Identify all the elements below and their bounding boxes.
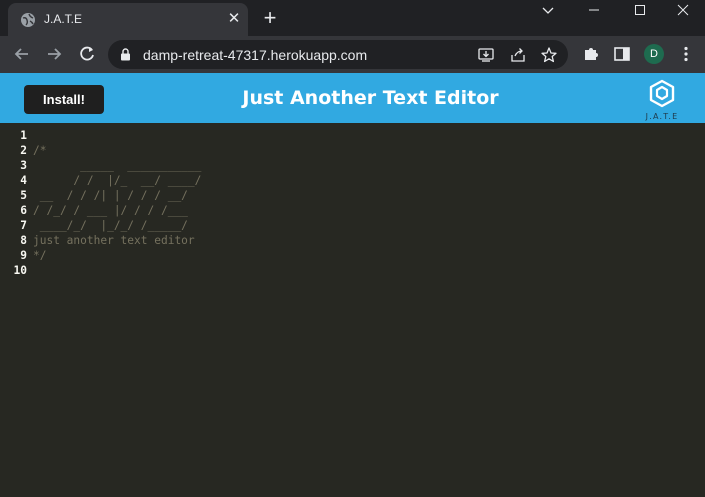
browser-tab[interactable]: J.A.T.E ✕ [8, 3, 248, 36]
back-arrow-icon[interactable] [12, 44, 32, 64]
code-line[interactable] [33, 128, 201, 143]
more-menu-icon[interactable] [676, 44, 696, 64]
code-line[interactable]: / / |/_ __/ ____/ [33, 173, 201, 188]
line-number: 3 [20, 159, 27, 172]
tab-search-button[interactable] [524, 0, 570, 32]
tab-title: J.A.T.E [44, 12, 83, 26]
profile-avatar[interactable]: D [644, 44, 664, 64]
code-editor[interactable]: 1 2 3 4 5 6 7 8 9 10 /* _____ __________… [0, 123, 705, 497]
chevron-down-icon [542, 7, 554, 14]
extensions-puzzle-icon[interactable] [581, 44, 601, 64]
minimize-icon [589, 9, 599, 11]
address-bar[interactable]: damp-retreat-47317.herokuapp.com [108, 40, 568, 69]
code-line[interactable]: /* [33, 143, 201, 158]
maximize-icon [635, 5, 645, 15]
code-line[interactable]: just another text editor [33, 233, 201, 248]
url-text: damp-retreat-47317.herokuapp.com [143, 47, 368, 63]
line-number-gutter: 1 2 3 4 5 6 7 8 9 10 [0, 128, 28, 278]
bookmark-star-icon[interactable] [540, 46, 558, 64]
line-number: 1 [20, 129, 27, 142]
code-line[interactable]: ____/_/ |_/_/ /_____/ [33, 218, 201, 233]
line-number: 2 [20, 144, 27, 157]
minimize-button[interactable] [570, 0, 616, 32]
globe-icon [21, 13, 35, 27]
app-title: Just Another Text Editor [242, 87, 499, 109]
code-content[interactable]: /* _____ ___________ / / |/_ __/ ____/ _… [33, 128, 201, 278]
code-line[interactable]: */ [33, 248, 201, 263]
close-window-button[interactable] [659, 0, 705, 32]
forward-arrow-icon[interactable] [44, 44, 64, 64]
lock-icon [121, 48, 130, 61]
logo-text: J.A.T.E [645, 112, 679, 121]
line-number: 7 [20, 219, 27, 232]
app-header: Install! Just Another Text Editor J.A.T.… [0, 73, 705, 123]
line-number: 4 [20, 174, 27, 187]
code-line[interactable]: __ / / /| | / / / __/ [33, 188, 201, 203]
share-icon[interactable] [509, 46, 527, 64]
code-line[interactable]: / /_/ / ___ |/ / / /___ [33, 203, 201, 218]
line-number: 10 [13, 264, 27, 277]
cube-logo-icon [649, 79, 675, 108]
close-icon [677, 4, 689, 16]
line-number: 9 [20, 249, 27, 262]
line-number: 5 [20, 189, 27, 202]
line-number: 8 [20, 234, 27, 247]
line-number: 6 [20, 204, 27, 217]
maximize-button[interactable] [616, 0, 662, 32]
tab-close-icon[interactable]: ✕ [226, 11, 242, 27]
browser-tab-strip: J.A.T.E ✕ + [0, 0, 705, 36]
install-app-icon[interactable] [477, 46, 495, 64]
browser-toolbar: damp-retreat-47317.herokuapp.com D [0, 36, 705, 73]
side-panel-icon[interactable] [612, 44, 632, 64]
code-line[interactable]: _____ ___________ [33, 158, 201, 173]
reload-icon[interactable] [77, 44, 97, 64]
code-line[interactable] [33, 263, 201, 278]
new-tab-button[interactable]: + [259, 7, 281, 30]
jate-logo: J.A.T.E [640, 79, 684, 121]
